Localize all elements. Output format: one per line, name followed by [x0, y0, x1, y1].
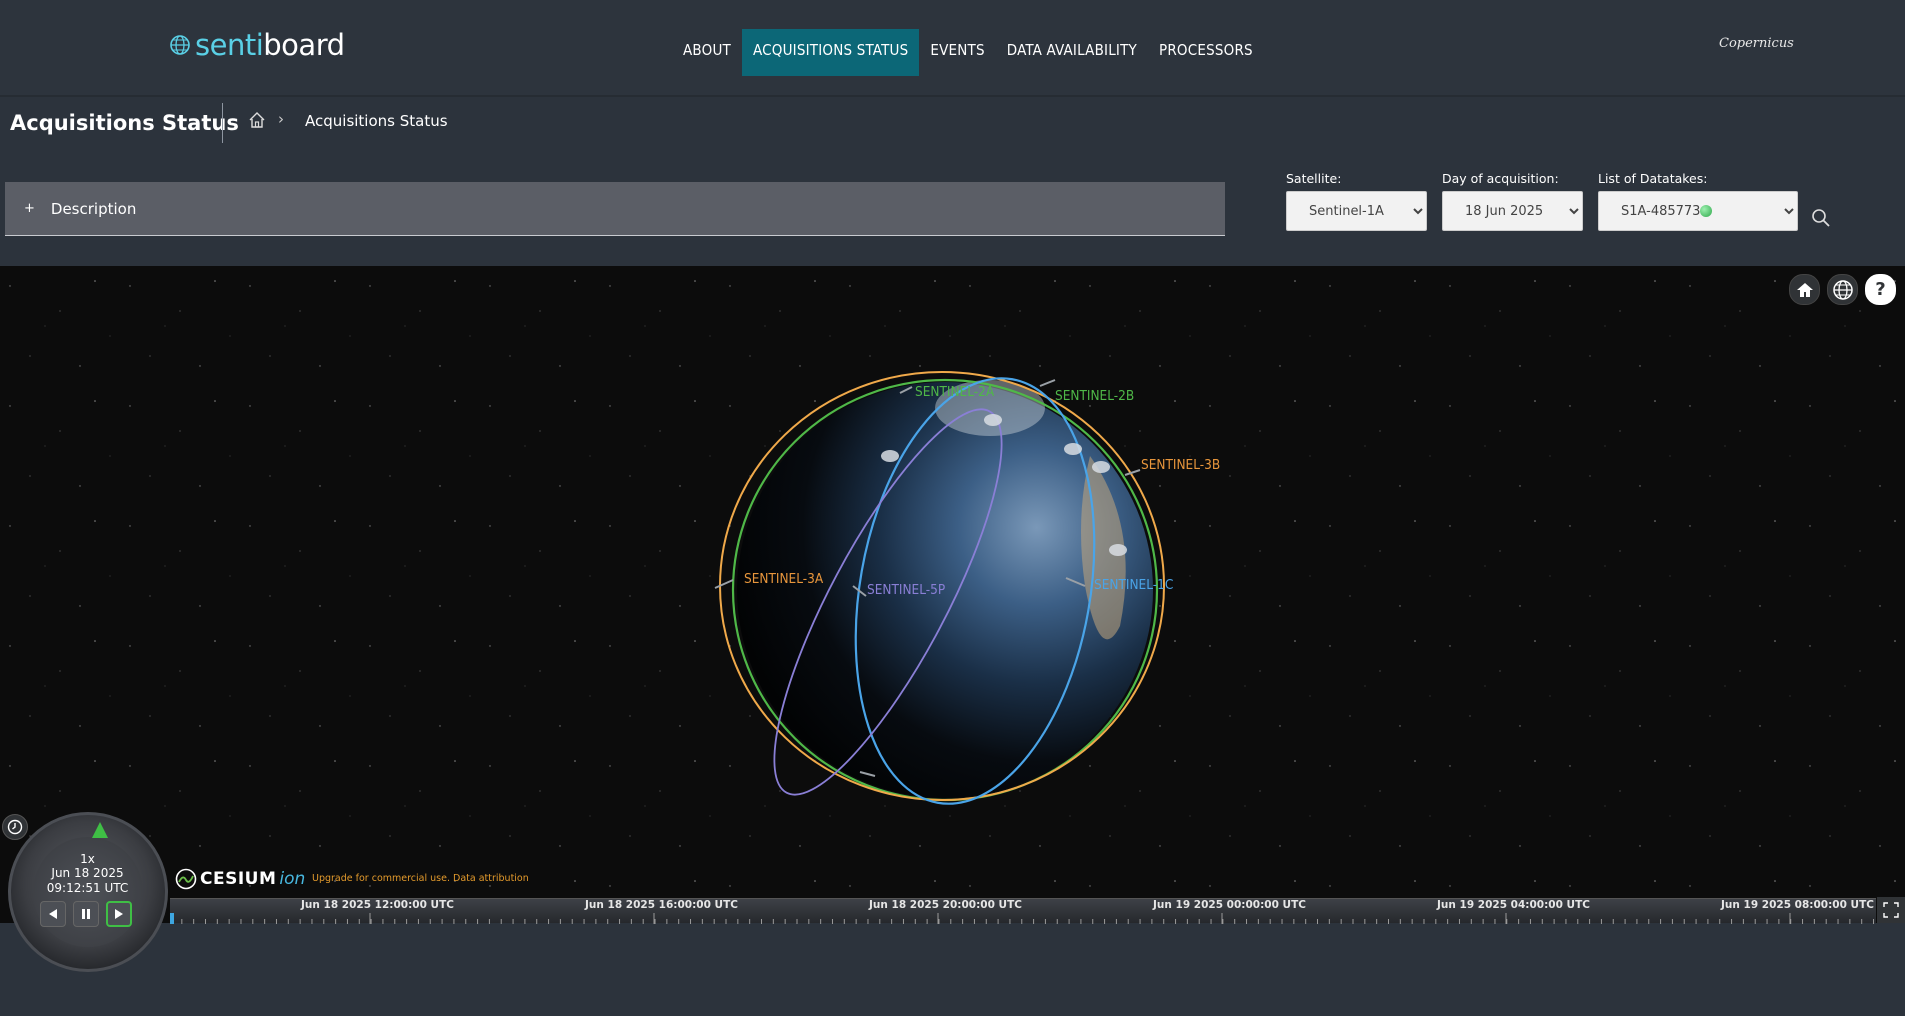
breadcrumb-current: Acquisitions Status — [305, 112, 448, 130]
fullscreen-button[interactable] — [1877, 897, 1905, 923]
speed-knob-icon[interactable] — [91, 821, 109, 839]
day-select[interactable]: 18 Jun 2025 — [1442, 191, 1583, 231]
pause-button[interactable] — [73, 901, 99, 927]
pause-icon — [82, 909, 90, 919]
timeline-label: Jun 19 2025 08:00:00 UTC — [1721, 899, 1874, 911]
sentiboard-logo[interactable]: sentiboard — [169, 28, 345, 62]
play-reverse-icon — [49, 909, 57, 919]
timeline-ticks — [170, 913, 1875, 924]
day-filter: Day of acquisition: 18 Jun 2025 — [1442, 171, 1583, 231]
data-attribution-link[interactable]: Upgrade for commercial use. Data attribu… — [312, 873, 529, 884]
sat-label-sentinel-2a[interactable]: SENTINEL-2A — [915, 384, 994, 400]
sat-label-sentinel-3a[interactable]: SENTINEL-3A — [744, 571, 823, 587]
main-nav: ABOUT ACQUISITIONS STATUS EVENTS DATA AV… — [672, 29, 1264, 76]
description-label: Description — [50, 199, 137, 218]
globe-icon — [1832, 279, 1853, 300]
clock-date: Jun 18 2025 — [51, 866, 124, 880]
home-icon — [1796, 282, 1813, 297]
chevron-right-icon: › — [278, 110, 284, 128]
cesium-ion: ion — [279, 869, 306, 889]
satellite-select[interactable]: Sentinel-1A — [1286, 191, 1427, 231]
globe-logo-icon — [170, 35, 190, 55]
play-icon — [115, 909, 123, 919]
home-view-button[interactable] — [1789, 274, 1820, 305]
sat-label-sentinel-2b[interactable]: SENTINEL-2B — [1055, 388, 1134, 404]
day-label: Day of acquisition: — [1442, 171, 1559, 186]
divider — [222, 103, 223, 143]
globe-scene — [0, 266, 1905, 923]
globe-viewer[interactable]: SENTINEL-2A SENTINEL-2B SENTINEL-3B SENT… — [0, 266, 1905, 923]
clock-speed: 1x — [80, 852, 95, 866]
cesium-logo-icon — [175, 868, 197, 890]
satellite-filter: Satellite: Sentinel-1A — [1286, 171, 1427, 231]
page-header: Acquisitions Status › Acquisitions Statu… — [0, 99, 1905, 149]
logo-text-senti: senti — [195, 28, 264, 62]
cesium-name: CESIUM — [200, 869, 277, 889]
sat-label-sentinel-1c[interactable]: SENTINEL-1C — [1094, 577, 1173, 593]
fullscreen-icon — [1883, 902, 1899, 918]
expand-icon: + — [24, 201, 35, 216]
nav-events[interactable]: EVENTS — [919, 29, 995, 76]
copernicus-logo[interactable]: Copernicus — [1719, 36, 1794, 51]
page-title: Acquisitions Status — [10, 111, 239, 135]
datatakes-label: List of Datatakes: — [1598, 171, 1708, 186]
timeline-label: Jun 18 2025 16:00:00 UTC — [585, 899, 738, 911]
search-icon[interactable] — [1811, 208, 1831, 228]
clock-icon — [7, 819, 23, 835]
sat-label-sentinel-5p[interactable]: SENTINEL-5P — [867, 582, 945, 598]
description-accordion[interactable]: + Description — [5, 182, 1225, 236]
status-dot-icon — [1700, 205, 1712, 217]
datatakes-select[interactable]: S1A-485773 — [1598, 191, 1798, 231]
home-icon[interactable] — [248, 111, 266, 129]
scene-mode-button[interactable] — [1827, 274, 1858, 305]
nav-acquisitions-status[interactable]: ACQUISITIONS STATUS — [741, 29, 920, 76]
play-forward-button[interactable] — [106, 901, 132, 927]
timeline-label: Jun 19 2025 04:00:00 UTC — [1437, 899, 1590, 911]
logo-text-board: board — [263, 28, 345, 62]
nav-processors[interactable]: PROCESSORS — [1148, 29, 1264, 76]
clock-settings-button[interactable] — [2, 814, 28, 840]
cesium-ion-logo[interactable]: CESIUM ion — [175, 868, 305, 890]
datatakes-filter: List of Datatakes: S1A-485773 — [1598, 171, 1798, 231]
play-reverse-button[interactable] — [40, 901, 66, 927]
nav-data-availability[interactable]: DATA AVAILABILITY — [996, 29, 1148, 76]
help-button[interactable]: ? — [1865, 274, 1896, 305]
timeline[interactable]: Jun 18 2025 12:00:00 UTC Jun 18 2025 16:… — [170, 898, 1876, 924]
question-icon: ? — [1875, 279, 1886, 300]
timeline-label: Jun 18 2025 12:00:00 UTC — [301, 899, 454, 911]
timeline-label: Jun 18 2025 20:00:00 UTC — [869, 899, 1022, 911]
nav-about[interactable]: ABOUT — [672, 29, 742, 76]
animation-widget: 1x Jun 18 2025 09:12:51 UTC — [8, 812, 168, 972]
clock-time: 09:12:51 UTC — [46, 881, 129, 895]
sat-label-sentinel-3b[interactable]: SENTINEL-3B — [1141, 457, 1220, 473]
satellite-label: Satellite: — [1286, 171, 1342, 186]
timeline-label: Jun 19 2025 00:00:00 UTC — [1153, 899, 1306, 911]
top-navbar: sentiboard ABOUT ACQUISITIONS STATUS EVE… — [0, 0, 1905, 97]
